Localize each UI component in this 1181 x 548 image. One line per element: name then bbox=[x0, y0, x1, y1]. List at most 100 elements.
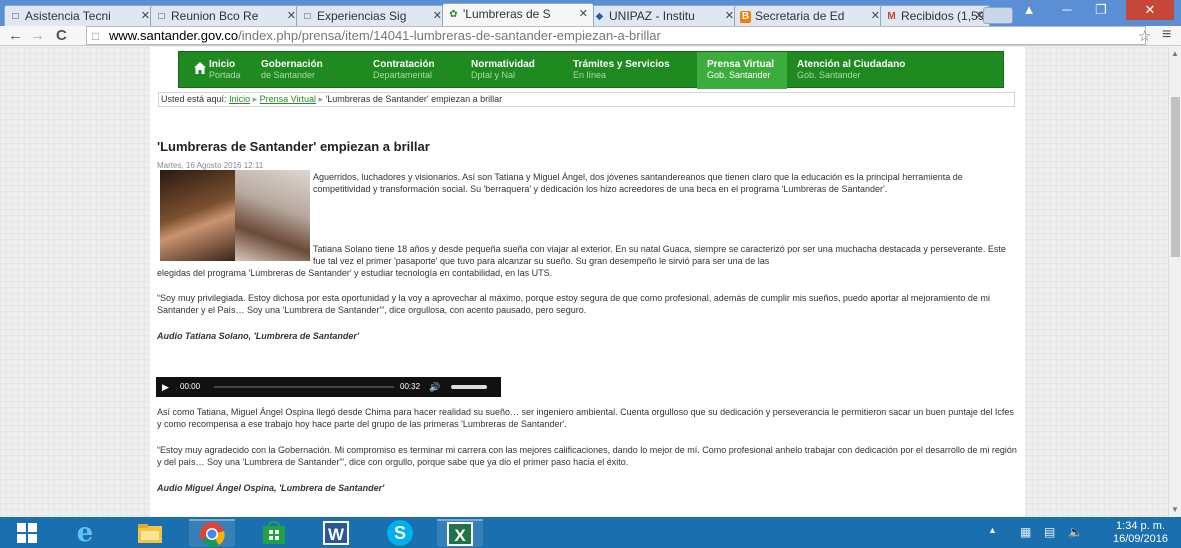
tab-title: 'Lumbreras de S bbox=[463, 7, 551, 21]
nav-title: Atención al Ciudadano bbox=[797, 59, 906, 70]
clock-date: 16/09/2016 bbox=[1112, 533, 1169, 545]
audio-player: ▶ 00:00 00:32 🔊 bbox=[156, 377, 501, 397]
chrome-icon bbox=[200, 522, 225, 547]
tab-unipaz[interactable]: ◆ UNIPAZ - Institu ✕ bbox=[588, 5, 740, 26]
taskbar-ie[interactable]: e bbox=[62, 518, 108, 548]
breadcrumb-link-inicio[interactable]: Inicio bbox=[229, 94, 250, 104]
page-viewport: Inicio Portada Gobernación de Santander … bbox=[0, 47, 1168, 517]
user-icon[interactable]: ▲ bbox=[1014, 0, 1044, 20]
clock-time: 1:34 p. m. bbox=[1116, 520, 1165, 532]
close-icon[interactable]: ✕ bbox=[725, 9, 734, 22]
current-time: 00:00 bbox=[180, 382, 201, 391]
seek-bar[interactable] bbox=[214, 386, 394, 388]
taskbar-word[interactable]: W bbox=[313, 519, 359, 547]
taskbar-chrome[interactable] bbox=[189, 519, 235, 547]
internet-explorer-icon: e bbox=[76, 518, 94, 548]
volume-icon[interactable]: 🔊 bbox=[429, 377, 440, 397]
scrollbar-thumb[interactable] bbox=[1171, 97, 1180, 257]
taskbar-excel[interactable]: X bbox=[437, 519, 483, 547]
close-icon[interactable]: ✕ bbox=[433, 9, 442, 22]
site-nav: Inicio Portada Gobernación de Santander … bbox=[178, 51, 1004, 89]
nav-item-prensa-virtual[interactable]: Prensa Virtual Gob. Santander bbox=[697, 52, 787, 89]
paragraph-intro: Aguerridos, luchadores y visionarios. As… bbox=[313, 172, 963, 194]
page-icon: □ bbox=[304, 11, 311, 22]
nav-subtitle: En línea bbox=[573, 70, 607, 80]
taskbar-store[interactable] bbox=[251, 519, 297, 547]
start-button[interactable] bbox=[4, 519, 50, 547]
forward-arrow-icon[interactable]: → bbox=[30, 27, 45, 44]
tab-reunion[interactable]: □ Reunion Bco Re ✕ bbox=[150, 5, 302, 26]
page-scrollbar[interactable]: ▲ ▼ bbox=[1168, 47, 1181, 517]
tab-lumbreras[interactable]: ✿ 'Lumbreras de S ✕ bbox=[442, 3, 594, 26]
tab-asistencia[interactable]: □ Asistencia Tecni ✕ bbox=[4, 5, 156, 26]
volume-slider[interactable] bbox=[451, 385, 487, 389]
photo-right bbox=[235, 170, 310, 261]
audio-label-miguel: Audio Miguel Ángel Ospina, 'Lumbrera de … bbox=[157, 483, 385, 493]
browser-toolbar: ← → C □ www.santander.gov.co/index.php/p… bbox=[0, 26, 1181, 46]
nav-item-atencion[interactable]: Atención al Ciudadano Gob. Santander bbox=[797, 52, 947, 89]
close-icon[interactable]: ✕ bbox=[579, 7, 588, 20]
article-date: Martes, 16 Agosto 2016 12:11 bbox=[157, 161, 264, 170]
close-window-button[interactable]: ✕ bbox=[1126, 0, 1174, 20]
minimize-button[interactable]: ─ bbox=[1052, 0, 1082, 20]
breadcrumb-link-prensa[interactable]: Prensa Virtual bbox=[260, 94, 316, 104]
show-hidden-icons-icon[interactable]: ▲ bbox=[988, 525, 997, 535]
network-icon[interactable]: ▤ bbox=[1044, 525, 1055, 539]
tab-secretaria[interactable]: B Secretaria de Ed ✕ bbox=[734, 5, 886, 26]
nav-item-tramites[interactable]: Trámites y Servicios En línea bbox=[573, 52, 693, 89]
start-icon bbox=[17, 523, 37, 543]
tab-title: Experiencias Sig bbox=[317, 9, 407, 23]
nav-item-inicio[interactable]: Inicio Portada bbox=[209, 52, 269, 89]
nav-title: Inicio bbox=[209, 59, 236, 70]
tab-experiencias[interactable]: □ Experiencias Sig ✕ bbox=[296, 5, 448, 26]
back-arrow-icon[interactable]: ← bbox=[8, 27, 23, 44]
tab-gmail[interactable]: M Recibidos (1,59 ✕ bbox=[880, 5, 990, 26]
tab-title: UNIPAZ - Institu bbox=[609, 9, 695, 23]
excel-icon: X bbox=[447, 522, 473, 546]
nav-subtitle: Departamental bbox=[373, 70, 433, 80]
paragraph-tatiana: Tatiana Solano tiene 18 años y desde peq… bbox=[313, 244, 1006, 266]
taskbar-file-explorer[interactable] bbox=[127, 519, 173, 547]
close-icon[interactable]: ✕ bbox=[287, 9, 296, 22]
nav-subtitle: Gob. Santander bbox=[797, 70, 861, 80]
nav-title: Trámites y Servicios bbox=[573, 59, 670, 70]
nav-subtitle: de Santander bbox=[261, 70, 316, 80]
nav-item-contratacion[interactable]: Contratación Departamental bbox=[373, 52, 463, 89]
nav-item-gobernacion[interactable]: Gobernación de Santander bbox=[261, 52, 361, 89]
page-icon: □ bbox=[92, 29, 100, 43]
nav-title: Contratación bbox=[373, 59, 435, 70]
scroll-up-icon[interactable]: ▲ bbox=[1171, 49, 1179, 58]
bookmark-star-icon[interactable]: ☆ bbox=[1138, 27, 1151, 45]
url-path: /index.php/prensa/item/14041-lumbreras-d… bbox=[238, 28, 661, 43]
word-icon: W bbox=[323, 521, 349, 545]
browser-tab-strip: □ Asistencia Tecni ✕ □ Reunion Bco Re ✕ … bbox=[0, 0, 1181, 26]
page-content: Inicio Portada Gobernación de Santander … bbox=[150, 47, 1025, 517]
address-bar[interactable]: □ www.santander.gov.co/index.php/prensa/… bbox=[86, 26, 1146, 45]
gmail-icon: M bbox=[887, 11, 896, 22]
new-tab-button[interactable] bbox=[983, 7, 1013, 24]
maximize-button[interactable]: ❐ bbox=[1086, 0, 1116, 20]
nav-subtitle: Dptal y Nal bbox=[471, 70, 516, 80]
file-explorer-icon bbox=[138, 524, 162, 543]
store-icon bbox=[263, 521, 285, 544]
volume-icon[interactable]: 🔈 bbox=[1068, 525, 1083, 539]
scroll-down-icon[interactable]: ▼ bbox=[1171, 505, 1179, 514]
article-title: 'Lumbreras de Santander' empiezan a bril… bbox=[157, 139, 430, 154]
taskbar-skype[interactable]: S bbox=[377, 519, 423, 547]
system-clock[interactable]: 1:34 p. m. 16/09/2016 bbox=[1103, 520, 1178, 546]
menu-icon[interactable]: ≡ bbox=[1162, 26, 1171, 44]
nav-subtitle: Gob. Santander bbox=[707, 70, 771, 80]
nav-item-normatividad[interactable]: Normatividad Dptal y Nal bbox=[471, 52, 566, 89]
site-favicon-icon: ✿ bbox=[449, 9, 458, 20]
duration: 00:32 bbox=[400, 382, 421, 391]
blogger-icon: B bbox=[740, 11, 751, 23]
play-icon[interactable]: ▶ bbox=[162, 377, 169, 397]
battery-icon[interactable]: ▦ bbox=[1020, 525, 1031, 539]
breadcrumb: Usted está aquí: Inicio ▸ Prensa Virtual… bbox=[158, 92, 1015, 107]
taskbar: e W S X ▲ ▦ ▤ 🔈 1:34 p. m. 16/09/2016 bbox=[0, 517, 1181, 548]
reload-icon[interactable]: C bbox=[56, 27, 67, 44]
page-icon: □ bbox=[158, 11, 165, 22]
close-icon[interactable]: ✕ bbox=[141, 9, 150, 22]
nav-title: Gobernación bbox=[261, 59, 323, 70]
close-icon[interactable]: ✕ bbox=[871, 9, 880, 22]
